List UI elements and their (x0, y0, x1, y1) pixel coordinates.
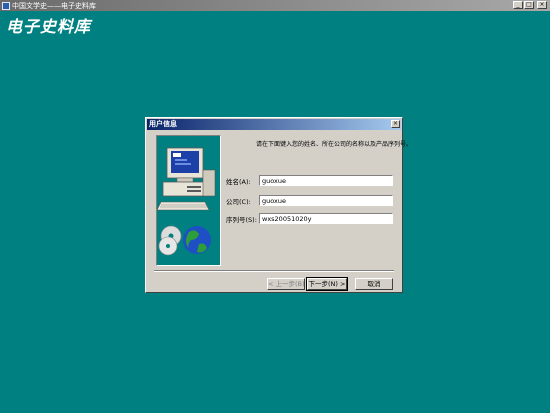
application-icon (2, 1, 10, 10)
back-button[interactable]: < 上一步(B) (267, 278, 305, 290)
brand-title: 电子史料库 (6, 17, 92, 36)
outer-title-bar: 中国文学史——电子史料库 _ □ × (0, 0, 550, 11)
company-label: 公司(C): (226, 198, 251, 206)
setup-illustration (156, 135, 221, 266)
window-controls: _ □ × (513, 1, 547, 9)
globe-cd-icon (158, 225, 211, 256)
window-title: 中国文学史——电子史料库 (12, 1, 96, 10)
minimize-button[interactable]: _ (513, 1, 523, 9)
name-label: 姓名(A): (226, 178, 251, 186)
user-info-dialog: 用户信息 × 请在下面键入您的姓名、所在公司的名称以及产品序列号。 姓名(A):… (145, 117, 412, 293)
instruction-text: 请在下面键入您的姓名、所在公司的名称以及产品序列号。 (256, 141, 413, 148)
button-separator (154, 270, 394, 272)
serial-label: 序列号(S): (226, 216, 257, 224)
company-field[interactable] (259, 195, 393, 206)
next-button[interactable]: 下一步(N) > (306, 277, 348, 291)
serial-field[interactable] (259, 213, 393, 224)
close-button[interactable]: × (537, 1, 547, 9)
dialog-close-button[interactable]: × (391, 120, 400, 128)
name-field[interactable] (259, 175, 393, 186)
maximize-button[interactable]: □ (524, 1, 534, 9)
cancel-button[interactable]: 取消 (355, 278, 393, 290)
dialog-title: 用户信息 (147, 119, 401, 130)
